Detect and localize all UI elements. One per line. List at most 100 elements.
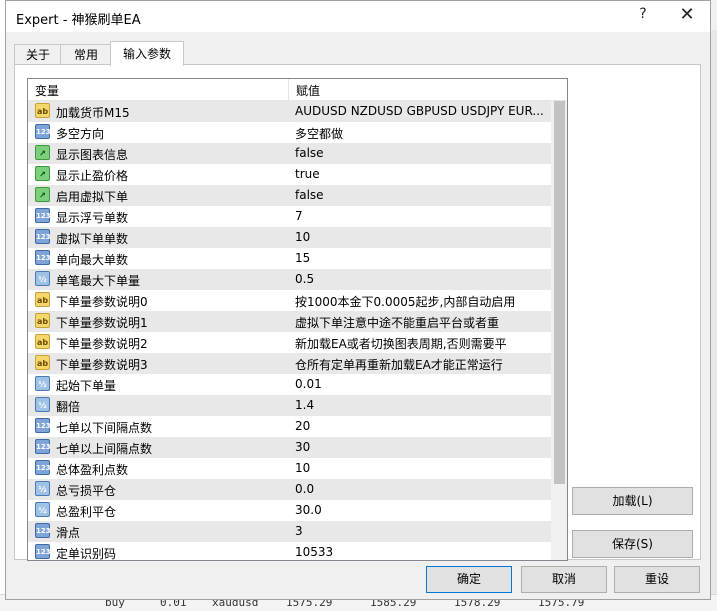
parameter-value[interactable]: 20 (295, 419, 547, 433)
reset-button[interactable]: 重设 (614, 566, 700, 593)
parameter-value[interactable]: 10 (295, 461, 547, 475)
parameter-name: 虚拟下单单数 (56, 232, 129, 246)
parameter-row[interactable]: ½ 单笔最大下单量 0.5 (28, 269, 551, 290)
parameter-value[interactable]: 10 (295, 230, 547, 244)
parameter-value[interactable]: 1.4 (295, 398, 547, 412)
window-title: Expert - 神猴刷单EA (16, 13, 141, 28)
parameter-row[interactable]: 123 总体盈利点数 10 (28, 458, 551, 479)
parameter-name: 滑点 (56, 526, 81, 540)
parameter-row[interactable]: ↗ 显示止盈价格 true (28, 164, 551, 185)
parameter-row[interactable]: ½ 起始下单量 0.01 (28, 374, 551, 395)
parameter-row[interactable]: ½ 翻倍 1.4 (28, 395, 551, 416)
parameter-value[interactable]: 0.5 (295, 272, 547, 286)
parameter-value[interactable]: 15 (295, 251, 547, 265)
parameter-name: 下单量参数说明3 (56, 358, 148, 372)
parameter-rows: ab 加载货币M15 AUDUSD NZDUSD GBPUSD USDJPY EUR… (28, 101, 551, 561)
parameter-value[interactable]: 7 (295, 209, 547, 223)
parameter-name: 总体盈利点数 (56, 463, 129, 477)
parameter-name: 总盈利平仓 (56, 505, 117, 519)
parameter-row[interactable]: 123 七单以上间隔点数 30 (28, 437, 551, 458)
string-type-icon: ab (35, 334, 50, 349)
parameter-value[interactable]: false (295, 146, 547, 160)
double-type-icon: ½ (35, 397, 50, 412)
integer-type-icon: 123 (35, 250, 51, 265)
integer-type-icon: 123 (35, 208, 51, 223)
parameter-row[interactable]: ab 下单量参数说明3 仓所有定单再重新加载EA才能正常运行 (28, 353, 551, 374)
parameter-row[interactable]: ab 下单量参数说明2 新加载EA或者切换图表周期,否则需要平 (28, 332, 551, 353)
tab-inputs[interactable]: 输入参数 (110, 41, 184, 66)
parameter-name: 下单量参数说明0 (56, 295, 148, 309)
scrollbar-thumb[interactable] (554, 101, 565, 484)
double-type-icon: ½ (35, 502, 50, 517)
title-bar[interactable]: Expert - 神猴刷单EA ? ✕ (6, 1, 710, 32)
parameter-name: 七单以上间隔点数 (56, 442, 153, 456)
tab-about[interactable]: 关于 (14, 44, 62, 65)
integer-type-icon: 123 (35, 418, 51, 433)
parameter-row[interactable]: ab 下单量参数说明1 虚拟下单注意中途不能重启平台或者重 (28, 311, 551, 332)
parameter-row[interactable]: 123 显示浮亏单数 7 (28, 206, 551, 227)
parameter-row[interactable]: 123 多空方向 多空都做 (28, 122, 551, 143)
parameter-name: 下单量参数说明1 (56, 316, 148, 330)
parameter-value[interactable]: 10533 (295, 545, 547, 559)
integer-type-icon: 123 (35, 523, 51, 538)
parameter-name: 加载货币M15 (56, 106, 130, 120)
double-type-icon: ½ (35, 376, 50, 391)
grid-header: 变量 赋值 (28, 79, 567, 101)
parameter-value[interactable]: 0.01 (295, 377, 547, 391)
parameter-value[interactable]: AUDUSD NZDUSD GBPUSD USDJPY EUR... (295, 104, 547, 118)
parameter-value[interactable]: true (295, 167, 547, 181)
parameter-row[interactable]: 123 定单识别码 10533 (28, 542, 551, 561)
string-type-icon: ab (35, 313, 50, 328)
string-type-icon: ab (35, 103, 50, 118)
parameter-row[interactable]: ½ 总盈利平仓 30.0 (28, 500, 551, 521)
parameter-row[interactable]: ½ 总亏损平仓 0.0 (28, 479, 551, 500)
column-header-value[interactable]: 赋值 (296, 82, 320, 99)
parameter-row[interactable]: ↗ 启用虚拟下单 false (28, 185, 551, 206)
double-type-icon: ½ (35, 271, 50, 286)
integer-type-icon: 123 (35, 439, 51, 454)
load-button[interactable]: 加载(L) (572, 487, 693, 515)
parameter-row[interactable]: ↗ 显示图表信息 false (28, 143, 551, 164)
parameter-value[interactable]: 按1000本金下0.0005起步,内部自动启用 (295, 293, 547, 310)
column-header-variable[interactable]: 变量 (35, 82, 59, 99)
parameter-row[interactable]: 123 虚拟下单单数 10 (28, 227, 551, 248)
parameter-value[interactable]: 3 (295, 524, 547, 538)
cancel-button[interactable]: 取消 (521, 566, 607, 593)
integer-type-icon: 123 (35, 229, 51, 244)
parameter-value[interactable]: 30 (295, 440, 547, 454)
boolean-type-icon: ↗ (35, 145, 50, 160)
background-window-edge (711, 30, 717, 600)
parameter-value[interactable]: 30.0 (295, 503, 547, 517)
string-type-icon: ab (35, 292, 50, 307)
parameter-row[interactable]: 123 滑点 3 (28, 521, 551, 542)
parameter-row[interactable]: ab 加载货币M15 AUDUSD NZDUSD GBPUSD USDJPY EUR… (28, 101, 551, 122)
parameter-name: 下单量参数说明2 (56, 337, 148, 351)
ok-button[interactable]: 确定 (426, 566, 512, 593)
parameter-grid: 变量 赋值 ab 加载货币M15 AUDUSD NZDUSD GBPUSD USDJ… (27, 78, 568, 561)
close-icon[interactable]: ✕ (678, 4, 696, 25)
parameter-row[interactable]: 123 单向最大单数 15 (28, 248, 551, 269)
parameter-name: 单向最大单数 (56, 253, 129, 267)
parameter-row[interactable]: 123 七单以下间隔点数 20 (28, 416, 551, 437)
parameter-name: 翻倍 (56, 400, 81, 414)
parameter-name: 总亏损平仓 (56, 484, 117, 498)
double-type-icon: ½ (35, 481, 50, 496)
parameter-name: 起始下单量 (56, 379, 117, 393)
integer-type-icon: 123 (35, 544, 51, 559)
save-button[interactable]: 保存(S) (572, 530, 693, 558)
parameter-value[interactable]: false (295, 188, 547, 202)
parameter-value[interactable]: 0.0 (295, 482, 547, 496)
column-separator (288, 79, 289, 100)
parameter-value[interactable]: 仓所有定单再重新加载EA才能正常运行 (295, 356, 547, 373)
parameter-value[interactable]: 新加载EA或者切换图表周期,否则需要平 (295, 335, 547, 352)
parameter-value[interactable]: 虚拟下单注意中途不能重启平台或者重 (295, 314, 547, 331)
parameter-name: 显示浮亏单数 (56, 211, 129, 225)
parameter-name: 定单识别码 (56, 547, 117, 561)
parameter-name: 七单以下间隔点数 (56, 421, 153, 435)
tab-common[interactable]: 常用 (60, 44, 112, 65)
parameter-value[interactable]: 多空都做 (295, 125, 547, 142)
help-icon[interactable]: ? (636, 6, 650, 22)
parameter-row[interactable]: ab 下单量参数说明0 按1000本金下0.0005起步,内部自动启用 (28, 290, 551, 311)
vertical-scrollbar[interactable] (551, 101, 567, 560)
boolean-type-icon: ↗ (35, 187, 50, 202)
